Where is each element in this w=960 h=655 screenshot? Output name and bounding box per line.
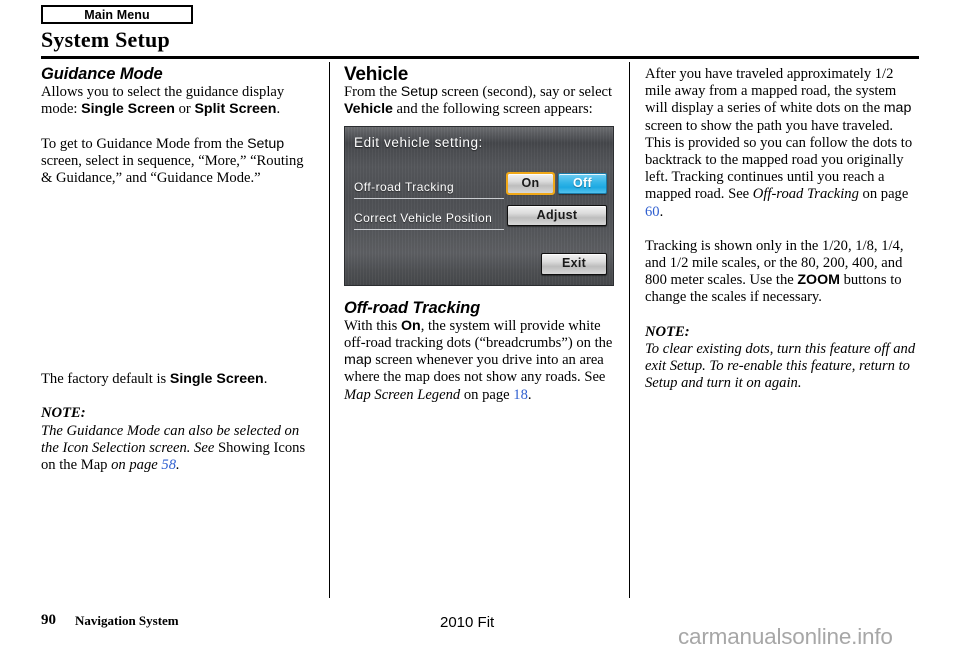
- guidance-mode-heading: Guidance Mode: [41, 65, 163, 83]
- offroad-tracking-heading: Off-road Tracking: [344, 298, 481, 317]
- gm-p2-setup: Setup: [247, 135, 285, 152]
- left-column: Guidance Mode Allows you to select the g…: [41, 65, 313, 475]
- column-divider-right: [629, 62, 630, 598]
- guidance-mode-paragraph-2: To get to Guidance Mode from the Setup s…: [41, 136, 313, 188]
- ort-page-link[interactable]: 18: [513, 387, 528, 403]
- gm-p2-text-c: screen, select in sequence, “More,” “Rou…: [41, 152, 304, 187]
- ort-on: On: [400, 317, 421, 334]
- ort-text-e: screen whenever you drive into an area w…: [344, 352, 606, 386]
- gm-p1-single-screen: Single Screen: [81, 101, 175, 118]
- right-column: After you have traveled approximately 1/…: [645, 66, 922, 392]
- left-note-page-link[interactable]: 58: [161, 457, 176, 473]
- rc-p1-offroad-tracking: Off-road Tracking: [752, 186, 859, 203]
- rc-p1-text-a: After you have traveled approximately 1/…: [645, 66, 897, 117]
- footer-section-name: Navigation System: [75, 613, 179, 628]
- ort-map: map: [344, 352, 372, 369]
- nav-exit-button[interactable]: Exit: [541, 252, 607, 275]
- navigation-screen-figure: Edit vehicle setting: Off-road Tracking …: [344, 125, 614, 286]
- gm-p3-text-a: The factory default is: [41, 371, 170, 388]
- rc-p2-zoom: ZOOM: [797, 272, 840, 289]
- guidance-mode-paragraph-1: Allows you to select the guidance displa…: [41, 84, 313, 118]
- right-note-heading: NOTE:: [645, 323, 690, 340]
- left-note-heading: NOTE:: [41, 405, 86, 422]
- watermark-text: carmanualsonline.info: [678, 624, 893, 649]
- offroad-tracking-paragraph: With this On, the system will provide wh…: [344, 318, 616, 404]
- page-title: System Setup: [41, 27, 170, 52]
- right-note-heading-line: NOTE:: [645, 324, 922, 341]
- veh-p1-text-c: screen (second), say or select: [437, 84, 613, 101]
- gm-p1-text-e: .: [276, 101, 281, 118]
- guidance-mode-paragraph-3: The factory default is Single Screen.: [41, 371, 313, 388]
- left-note-text-d: .: [175, 457, 180, 474]
- vehicle-heading: Vehicle: [344, 64, 409, 85]
- ort-text-h: .: [527, 386, 532, 403]
- right-paragraph-2: Tracking is shown only in the 1/20, 1/8,…: [645, 238, 922, 307]
- veh-p1-text-a: From the: [344, 84, 401, 101]
- nav-adjust-button[interactable]: Adjust: [507, 204, 607, 226]
- footer-model-year: 2010 Fit: [440, 614, 495, 631]
- veh-p1-setup: Setup: [400, 84, 438, 101]
- ort-text-a: With this: [344, 317, 401, 334]
- gm-p1-split-screen: Split Screen: [194, 101, 277, 118]
- ort-map-screen-legend: Map Screen Legend: [344, 386, 461, 403]
- ort-text-g: on page: [460, 386, 514, 403]
- middle-column: Vehicle From the Setup screen (second), …: [344, 64, 616, 404]
- nav-offroad-tracking-off-button[interactable]: Off: [558, 172, 607, 194]
- gm-p2-text-a: To get to Guidance Mode from the: [41, 135, 248, 152]
- column-divider-left: [329, 62, 330, 598]
- nav-offroad-tracking-label: Off-road Tracking: [354, 179, 504, 199]
- header-divider: [41, 56, 919, 59]
- rc-p1-text-e: on page: [858, 186, 909, 203]
- right-note-body: To clear existing dots, turn this featur…: [645, 340, 916, 392]
- gm-p3-single-screen: Single Screen: [169, 371, 264, 388]
- rc-p1-page-link[interactable]: 60: [645, 204, 660, 220]
- left-note-heading-line: NOTE:: [41, 405, 313, 422]
- left-note-text-c: on page: [111, 457, 162, 474]
- veh-p1-vehicle: Vehicle: [344, 101, 393, 118]
- right-paragraph-1: After you have traveled approximately 1/…: [645, 66, 922, 221]
- nav-screen-title: Edit vehicle setting:: [354, 134, 483, 150]
- left-note-body: The Guidance Mode can also be selected o…: [41, 423, 313, 475]
- gm-p3-text-c: .: [263, 371, 268, 388]
- vehicle-paragraph-1: From the Setup screen (second), say or s…: [344, 84, 616, 118]
- rc-p1-map: map: [883, 100, 912, 117]
- main-menu-tab-label: Main Menu: [84, 7, 150, 22]
- left-note-see: See: [194, 439, 215, 456]
- rc-p1-text-f: .: [659, 203, 664, 220]
- nav-offroad-tracking-on-button[interactable]: On: [506, 171, 555, 195]
- veh-p1-text-e: and the following screen appears:: [392, 101, 593, 118]
- nav-correct-vehicle-position-label: Correct Vehicle Position: [354, 210, 504, 230]
- footer-page-number: 90: [41, 612, 56, 628]
- gm-p1-text-c: or: [174, 101, 195, 118]
- main-menu-tab[interactable]: Main Menu: [41, 5, 193, 24]
